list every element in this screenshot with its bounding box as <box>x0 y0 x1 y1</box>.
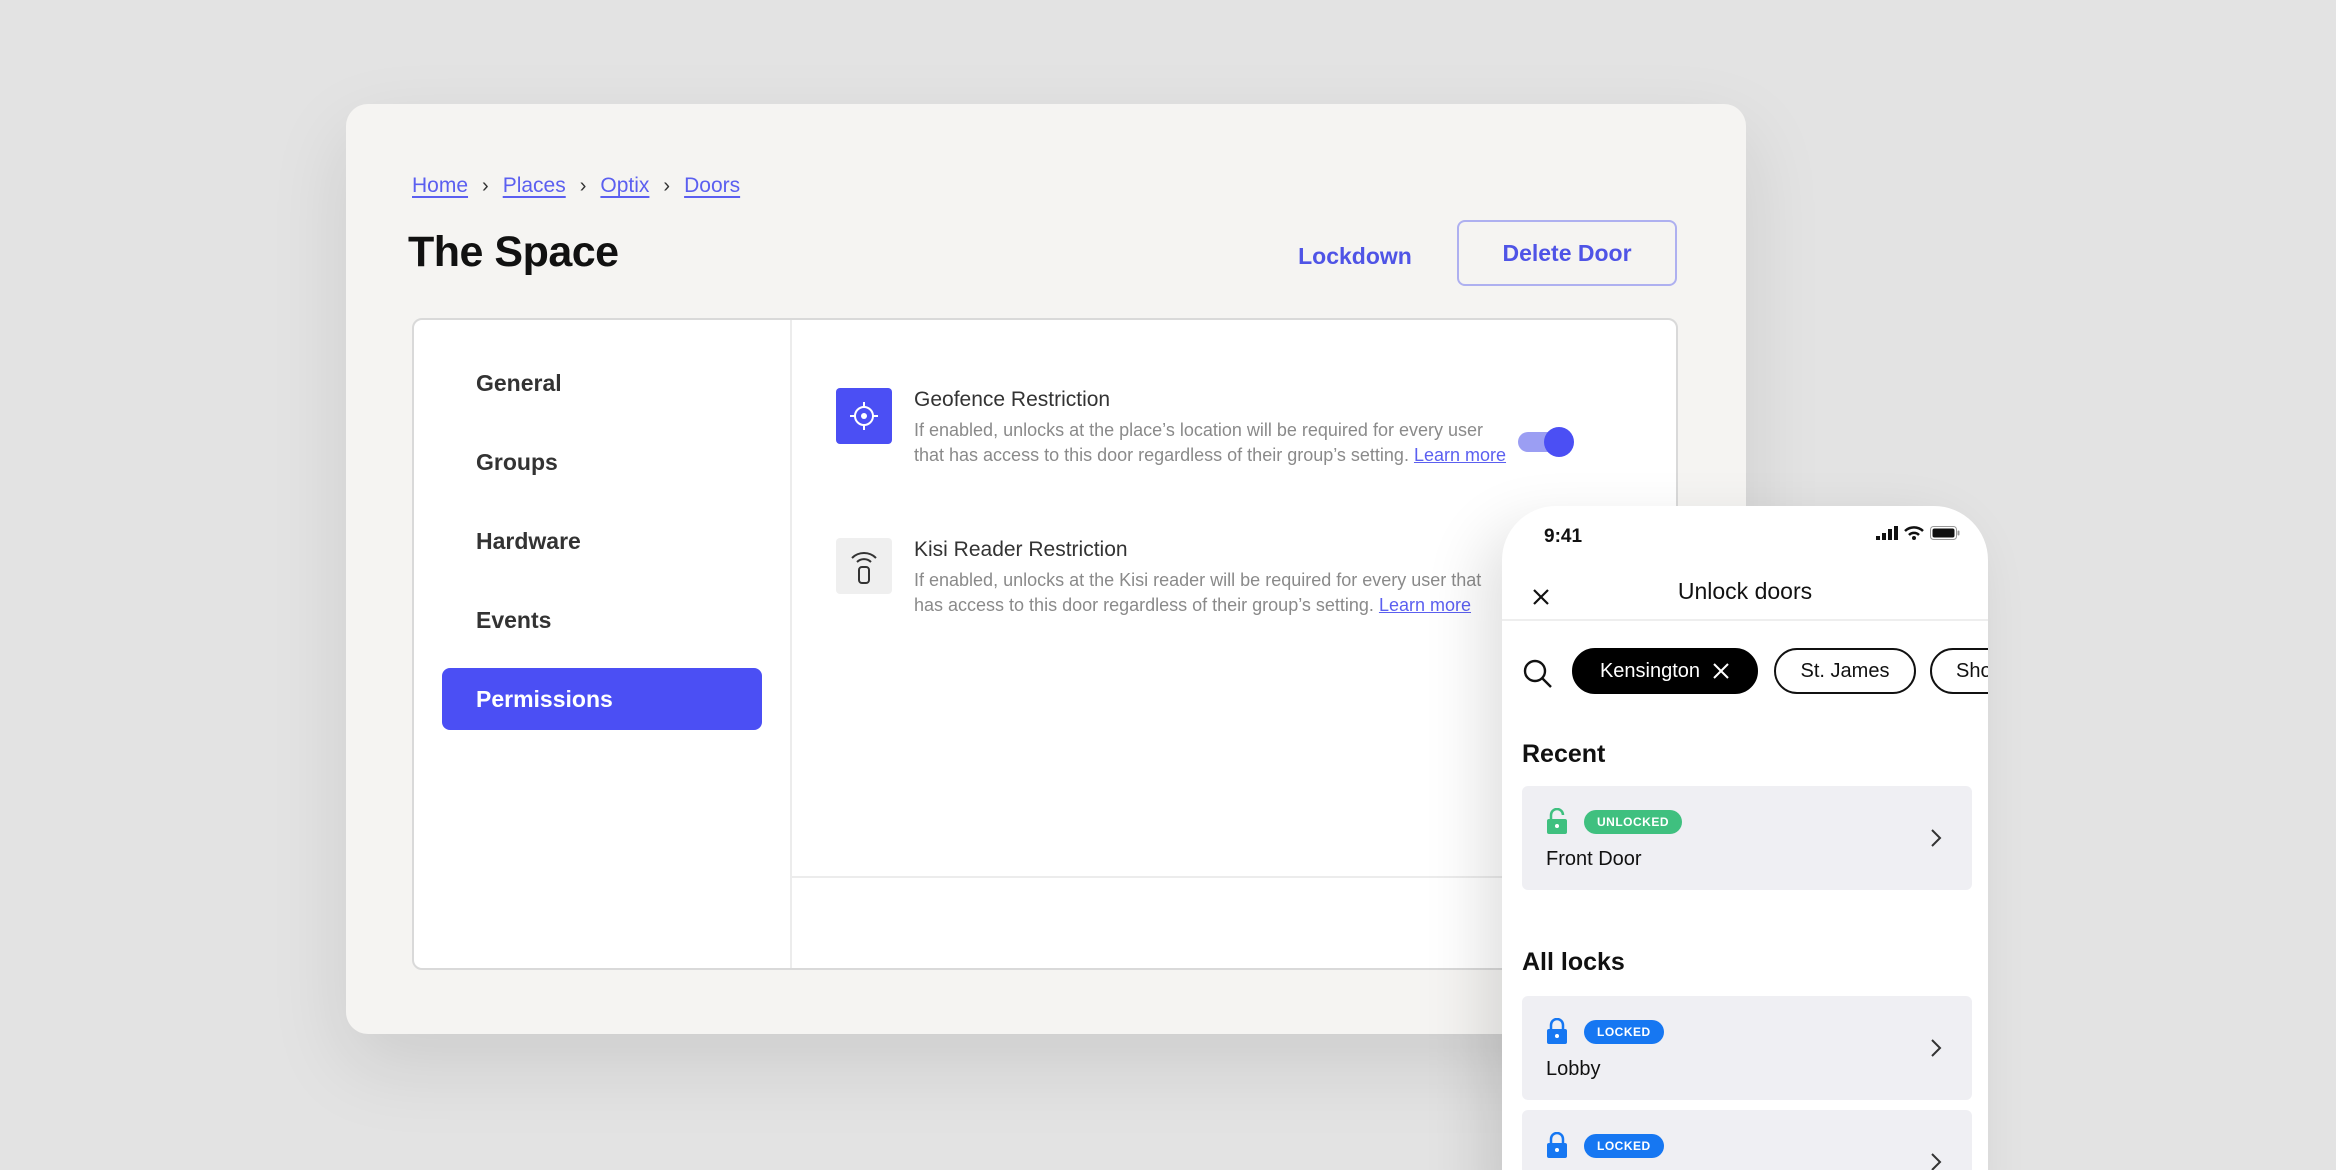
settings-nav: General Groups Hardware Events Permissio… <box>414 320 792 968</box>
chip-label: St. James <box>1800 659 1890 682</box>
chevron-right-icon <box>1931 1153 1942 1170</box>
unlocked-lock-icon <box>1547 808 1567 834</box>
breadcrumb-doors[interactable]: Doors <box>684 174 740 198</box>
status-badge: LOCKED <box>1584 1020 1664 1044</box>
status-badge: UNLOCKED <box>1584 810 1682 834</box>
learn-more-link[interactable]: Learn more <box>1414 445 1506 465</box>
lock-card[interactable]: LOCKED <box>1522 1110 1972 1170</box>
breadcrumb: Home › Places › Optix › Doors <box>412 174 740 198</box>
breadcrumb-separator: › <box>663 174 671 197</box>
lockdown-button[interactable]: Lockdown <box>1280 224 1430 288</box>
filter-chip-sho[interactable]: Sho <box>1930 648 1988 694</box>
reader-signal-icon <box>836 538 892 594</box>
permission-description: If enabled, unlocks at the place’s locat… <box>914 418 1514 468</box>
nav-item-groups[interactable]: Groups <box>442 431 762 493</box>
page-title: The Space <box>408 228 619 276</box>
nav-item-general[interactable]: General <box>442 352 762 414</box>
geofence-toggle[interactable] <box>1518 426 1574 457</box>
locked-lock-icon <box>1547 1132 1567 1158</box>
mobile-unlock-screen: 9:41 Unlock doors Kensington St. James S… <box>1502 506 1988 1170</box>
all-locks-section-title: All locks <box>1522 948 1625 976</box>
breadcrumb-places[interactable]: Places <box>503 174 566 198</box>
status-badge: LOCKED <box>1584 1134 1664 1158</box>
learn-more-link[interactable]: Learn more <box>1379 595 1471 615</box>
recent-section-title: Recent <box>1522 740 1606 768</box>
status-time: 9:41 <box>1544 526 1583 547</box>
filter-chip-st-james[interactable]: St. James <box>1774 648 1916 694</box>
lock-name: Front Door <box>1546 848 1642 870</box>
battery-icon <box>1930 526 1960 540</box>
nav-item-permissions[interactable]: Permissions <box>442 668 762 730</box>
divider <box>1502 619 1988 621</box>
lock-name: Lobby <box>1546 1058 1601 1080</box>
toggle-knob <box>1544 427 1574 457</box>
settings-panel: General Groups Hardware Events Permissio… <box>412 318 1678 970</box>
lock-card-lobby[interactable]: LOCKED Lobby <box>1522 996 1972 1100</box>
search-icon[interactable] <box>1520 656 1556 692</box>
cellular-signal-icon <box>1876 526 1898 540</box>
breadcrumb-separator: › <box>482 174 489 197</box>
chip-label: Kensington <box>1599 659 1701 682</box>
status-bar-icons <box>1876 526 1960 540</box>
chip-label: Sho <box>1956 659 1988 682</box>
breadcrumb-optix[interactable]: Optix <box>600 174 649 198</box>
chevron-right-icon <box>1931 829 1942 847</box>
geofence-target-icon <box>836 388 892 444</box>
delete-door-button[interactable]: Delete Door <box>1457 220 1677 286</box>
locked-lock-icon <box>1547 1018 1567 1044</box>
permission-description: If enabled, unlocks at the Kisi reader w… <box>914 568 1514 618</box>
permission-title: Kisi Reader Restriction <box>914 538 1128 561</box>
wifi-icon <box>1904 526 1924 540</box>
chevron-right-icon <box>1931 1039 1942 1057</box>
filter-chip-kensington[interactable]: Kensington <box>1572 648 1758 694</box>
permission-description-text: If enabled, unlocks at the place’s locat… <box>914 420 1483 465</box>
nav-item-events[interactable]: Events <box>442 589 762 651</box>
permission-title: Geofence Restriction <box>914 388 1111 411</box>
remove-chip-icon[interactable] <box>1712 662 1730 680</box>
breadcrumb-separator: › <box>579 174 587 197</box>
breadcrumb-home[interactable]: Home <box>412 174 468 198</box>
nav-item-hardware[interactable]: Hardware <box>442 510 762 572</box>
screen-title: Unlock doors <box>1677 578 1813 604</box>
lock-card-front-door[interactable]: UNLOCKED Front Door <box>1522 786 1972 890</box>
